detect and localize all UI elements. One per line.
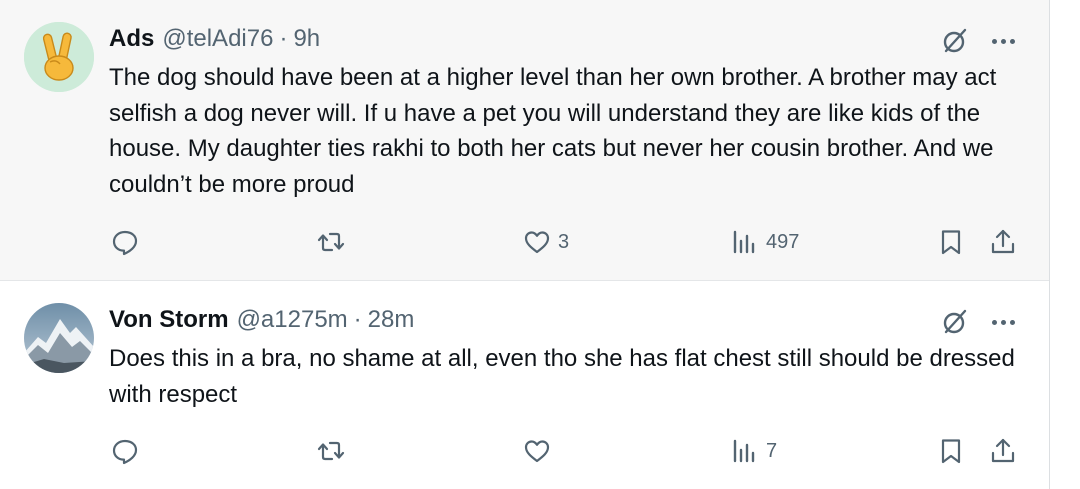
retweet-button[interactable] [316, 431, 352, 471]
avatar[interactable] [24, 303, 94, 373]
like-icon [524, 231, 550, 254]
separator-dot: · [353, 306, 362, 333]
share-icon [991, 229, 1015, 254]
like-button[interactable] [522, 431, 558, 471]
tweet-text: The dog should have been at a higher lev… [109, 64, 997, 198]
bookmark-icon [941, 439, 961, 464]
timestamp[interactable]: 9h [293, 25, 320, 53]
user-handle[interactable]: @telAdi76 [162, 25, 273, 53]
share-button[interactable] [988, 222, 1018, 262]
tweet[interactable]: Von Storm @a1275m · 28m Does this in a b… [0, 281, 1049, 489]
action-bar: 7 [0, 431, 1049, 471]
separator-dot: · [279, 25, 288, 52]
bookmark-button[interactable] [936, 222, 966, 262]
more-icon[interactable] [988, 307, 1018, 337]
views-icon [733, 439, 755, 463]
display-name[interactable]: Von Storm [109, 306, 229, 334]
action-bar: 3 497 [0, 222, 1049, 262]
reply-icon [112, 230, 138, 256]
avatar[interactable] [24, 22, 94, 92]
reply-button[interactable] [110, 431, 146, 471]
grok-icon[interactable] [940, 307, 970, 337]
user-handle[interactable]: @a1275m [237, 306, 348, 334]
like-button[interactable]: 3 [522, 222, 569, 262]
timestamp[interactable]: 28m [368, 306, 415, 334]
tweet-header: Von Storm @a1275m · 28m [109, 303, 414, 337]
reply-icon [112, 439, 138, 465]
tweet-header: Ads @telAdi76 · 9h [109, 22, 320, 56]
views-icon [733, 230, 755, 254]
reply-feed: Ads @telAdi76 · 9h The dog should have b… [0, 0, 1049, 489]
retweet-icon [317, 232, 345, 252]
share-icon [991, 438, 1015, 463]
like-icon [524, 440, 550, 463]
tweet-text: Does this in a bra, no shame at all, eve… [109, 345, 1015, 408]
like-count: 3 [558, 230, 570, 253]
view-count: 497 [766, 230, 800, 253]
view-count: 7 [766, 439, 778, 462]
grok-icon[interactable] [940, 26, 970, 56]
victory-hand-emoji-icon [24, 22, 94, 92]
reply-button[interactable] [110, 222, 146, 262]
views-button[interactable]: 497 [730, 222, 799, 262]
column-border [1049, 0, 1050, 489]
mountain-photo-icon [24, 303, 94, 373]
bookmark-button[interactable] [936, 431, 966, 471]
bookmark-icon [941, 230, 961, 255]
retweet-icon [317, 441, 345, 461]
tweet[interactable]: Ads @telAdi76 · 9h The dog should have b… [0, 0, 1049, 280]
share-button[interactable] [988, 431, 1018, 471]
views-button[interactable]: 7 [730, 431, 777, 471]
retweet-button[interactable] [316, 222, 352, 262]
display-name[interactable]: Ads [109, 25, 154, 53]
more-icon[interactable] [988, 26, 1018, 56]
